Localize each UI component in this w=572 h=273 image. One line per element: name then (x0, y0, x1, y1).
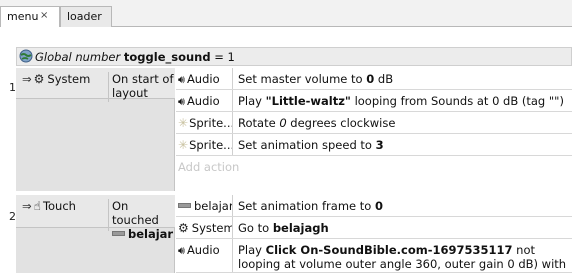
gear-icon: ⚙ (178, 221, 189, 235)
action-text: Set animation frame to 0 (238, 199, 572, 213)
action-object: 🔊︎ Audio (176, 239, 233, 272)
action-object: 🔊︎ Audio (176, 68, 233, 89)
global-prefix: Global number (35, 50, 121, 64)
event-block: ⇒ ⚙ System On start of layout 🔊︎ Audio Set … (16, 68, 572, 191)
tab-menu[interactable]: menu × (0, 6, 60, 27)
event-block: ⇒ ☝ Touch On touched belajar belajar Set an… (16, 195, 572, 273)
action-text-part: Play (238, 243, 266, 257)
action-row[interactable]: 🔊︎ Audio Play Click On-SoundBible.com-169… (176, 239, 572, 273)
action-text-part: Set master volume to (238, 72, 367, 86)
event-number: 2 (9, 210, 16, 223)
action-text: Set animation speed to 3 (238, 138, 572, 152)
condition-row[interactable]: ⇒ ☝ Touch On touched belajar (16, 195, 175, 241)
action-text: Set master volume to 0 dB (238, 72, 572, 86)
gear-icon: ⚙ (33, 72, 45, 86)
action-object: ✳Sprite... (176, 134, 233, 155)
action-param[interactable]: Click On-SoundBible.com-1697535117 (266, 243, 513, 257)
speaker-icon: 🔊︎ (178, 73, 185, 86)
action-object: belajar (176, 195, 233, 216)
condition-target: belajar (128, 227, 174, 241)
touch-icon: ☝ (33, 199, 41, 213)
tab-loader-label: loader (67, 10, 102, 23)
action-row[interactable]: ✳Sprite... Rotate 0 degrees clockwise (176, 112, 572, 134)
tab-loader[interactable]: loader (60, 6, 112, 27)
action-text-part: Go to (238, 221, 273, 235)
sprite-icon: ✳ (178, 116, 189, 130)
action-text-part: looping from Sounds at 0 dB (tag "") (350, 94, 564, 108)
sprite-thumbnail-icon (112, 231, 125, 236)
action-param[interactable]: "Little-waltz" (266, 94, 351, 108)
globe-icon (19, 49, 33, 63)
action-text-part: degrees clockwise (286, 116, 396, 130)
global-variable-row[interactable]: Global number toggle_sound = 1 (16, 47, 572, 66)
condition-object-label: Touch (42, 199, 76, 213)
action-row[interactable]: belajar Set animation frame to 0 (176, 195, 572, 217)
action-object: ✳Sprite... (176, 112, 233, 133)
action-object-label: Sprite... (189, 138, 233, 152)
action-text-part: Set animation frame to (238, 199, 375, 213)
global-name: toggle_sound (123, 50, 211, 64)
action-text: Go to belajagh (238, 221, 572, 235)
action-param[interactable]: 3 (376, 138, 384, 152)
action-object-label: Audio (186, 72, 220, 86)
action-param[interactable]: belajagh (273, 221, 329, 235)
tab-menu-label: menu (7, 10, 39, 23)
condition-object: ⇒ ☝ Touch (22, 199, 76, 213)
action-text-part: Rotate (238, 116, 280, 130)
tab-bar: menu × loader (0, 0, 572, 27)
action-text: Play "Little-waltz" looping from Sounds … (238, 94, 572, 108)
global-value: = 1 (214, 50, 235, 64)
action-text: Rotate 0 degrees clockwise (238, 116, 572, 130)
action-object-label: Audio (186, 94, 220, 108)
arrow-icon: ⇒ (22, 72, 32, 86)
speaker-icon: 🔊︎ (178, 244, 185, 257)
condition-label: On touched (112, 199, 159, 227)
sprite-thumbnail-icon (178, 203, 191, 208)
condition-object-label: System (47, 72, 91, 86)
condition-object: ⇒ ⚙ System (22, 72, 90, 86)
event-sheet: Global number toggle_sound = 1 1 ⇒ ⚙ Syste… (0, 34, 572, 273)
action-text-part: Play (238, 94, 266, 108)
action-text-part: dB (374, 72, 394, 86)
action-object: 🔊︎ Audio (176, 90, 233, 111)
action-row[interactable]: ✳Sprite... Set animation speed to 3 (176, 134, 572, 156)
action-row[interactable]: 🔊︎ Audio Play "Little-waltz" looping from… (176, 90, 572, 112)
action-text: Play Click On-SoundBible.com-1697535117 … (238, 243, 572, 273)
condition-text: On start of layout (108, 72, 174, 102)
close-icon[interactable]: × (40, 10, 48, 21)
action-param[interactable]: 0 (375, 199, 383, 213)
action-object: ⚙ System (176, 217, 233, 238)
action-row[interactable]: 🔊︎ Audio Set master volume to 0 dB (176, 68, 572, 90)
speaker-icon: 🔊︎ (178, 95, 185, 108)
action-object-label: belajar (194, 199, 233, 213)
action-object-label: System (191, 221, 233, 235)
condition-row[interactable]: ⇒ ⚙ System On start of layout (16, 68, 175, 102)
sprite-icon: ✳ (178, 138, 189, 152)
event-number: 1 (9, 81, 16, 94)
add-action-row[interactable]: Add action (176, 156, 572, 178)
arrow-icon: ⇒ (22, 199, 32, 213)
action-text-part: 0 (279, 116, 287, 130)
action-object-label: Sprite... (189, 116, 233, 130)
condition-text: On touched belajar (108, 199, 174, 241)
action-row[interactable]: ⚙ System Go to belajagh (176, 217, 572, 239)
action-object-label: Audio (186, 243, 220, 257)
action-text-part: Set animation speed to (238, 138, 376, 152)
add-action-link[interactable]: Add action (178, 160, 239, 174)
